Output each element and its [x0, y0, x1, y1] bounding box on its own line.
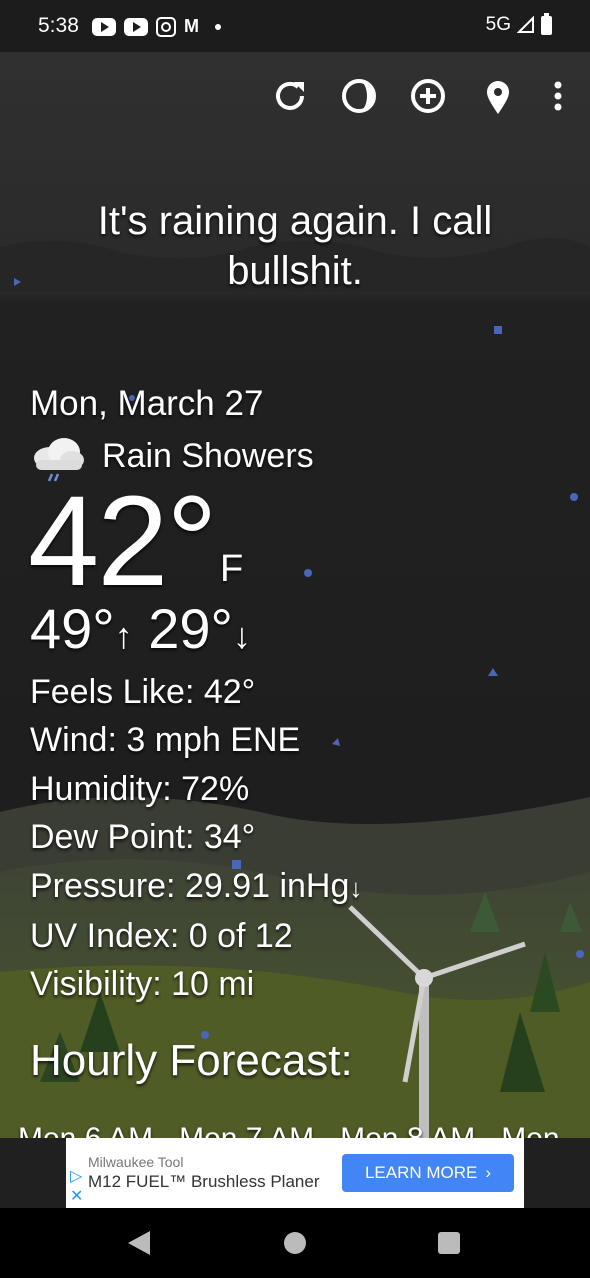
uv-index: UV Index: 0 of 12 — [30, 917, 293, 956]
battery-icon — [541, 12, 552, 35]
more-options-icon[interactable] — [536, 74, 580, 118]
status-time: 5:38 — [38, 14, 79, 37]
back-icon[interactable] — [128, 1231, 150, 1255]
status-bar: 5:38 M 5G — [0, 0, 590, 52]
hourly-item[interactable]: Mon 6 AM — [18, 1122, 153, 1138]
signal-icon — [517, 16, 534, 33]
ad-advertiser: Milwaukee Tool — [88, 1154, 184, 1170]
add-location-icon[interactable] — [406, 74, 450, 118]
pressure-falling-icon: ↓ — [349, 872, 363, 903]
gmail-icon: M — [184, 16, 199, 36]
ad-choices-icon[interactable]: ▷ — [70, 1166, 82, 1186]
high-temp: 49° — [30, 597, 115, 660]
toolbar — [0, 74, 590, 118]
current-date: Mon, March 27 — [30, 384, 264, 423]
arrow-down-icon: ↓ — [232, 615, 251, 656]
hourly-item[interactable]: Mon 7 AM — [179, 1122, 314, 1138]
weather-details: Feels Like: 42° Wind: 3 mph ENE Humidity… — [30, 668, 362, 1009]
low-temp: 29° — [148, 597, 233, 660]
hourly-item[interactable]: Mon 8 AM — [340, 1122, 475, 1138]
dew-point: Dew Point: 34° — [30, 818, 256, 857]
temperature-unit: F — [220, 548, 244, 590]
youtube-icon — [92, 17, 116, 36]
theme-icon[interactable] — [337, 74, 381, 118]
feels-like: Feels Like: 42° — [30, 673, 256, 711]
learn-more-button[interactable]: LEARN MORE › — [342, 1154, 514, 1192]
youtube-icon — [124, 17, 148, 36]
humidity: Humidity: 72% — [30, 769, 250, 808]
ad-title: M12 FUEL™ Brushless Planer — [88, 1172, 320, 1191]
ad-close-icon[interactable]: ✕ — [70, 1186, 83, 1206]
weather-headline: It's raining again. I call bullshit. — [97, 199, 493, 293]
recents-icon[interactable] — [438, 1232, 460, 1254]
current-temperature: 42° — [28, 470, 218, 613]
status-right: 5G — [485, 12, 552, 36]
notification-icons: M — [92, 16, 221, 37]
refresh-icon[interactable] — [268, 74, 312, 118]
instagram-icon — [156, 16, 176, 37]
learn-more-label: LEARN MORE — [364, 1163, 478, 1182]
more-notifications-icon — [215, 23, 221, 30]
pressure-value: Pressure: 29.91 inHg — [30, 866, 350, 905]
hourly-forecast-title: Hourly Forecast: — [30, 1036, 353, 1085]
location-pin-icon[interactable] — [476, 74, 520, 118]
hourly-forecast-list[interactable]: Mon 6 AM Mon 7 AM Mon 8 AM Mon — [18, 1122, 560, 1138]
ad-banner[interactable]: ▷ ✕ Milwaukee Tool M12 FUEL™ Brushless P… — [66, 1138, 524, 1208]
hourly-item[interactable]: Mon — [501, 1122, 559, 1138]
network-label: 5G — [485, 14, 511, 35]
home-icon[interactable] — [284, 1232, 306, 1254]
system-nav-bar — [0, 1208, 590, 1278]
pressure: Pressure: 29.91 inHg↓ — [30, 862, 362, 912]
arrow-up-icon: ↑ — [114, 615, 133, 656]
high-low-temps: 49°↑ 29°↓ — [30, 596, 251, 661]
chevron-right-icon: › — [485, 1163, 492, 1182]
visibility: Visibility: 10 mi — [30, 965, 255, 1004]
weather-scene: It's raining again. I call bullshit. Mon… — [0, 52, 590, 1138]
wind: Wind: 3 mph ENE — [30, 721, 301, 760]
